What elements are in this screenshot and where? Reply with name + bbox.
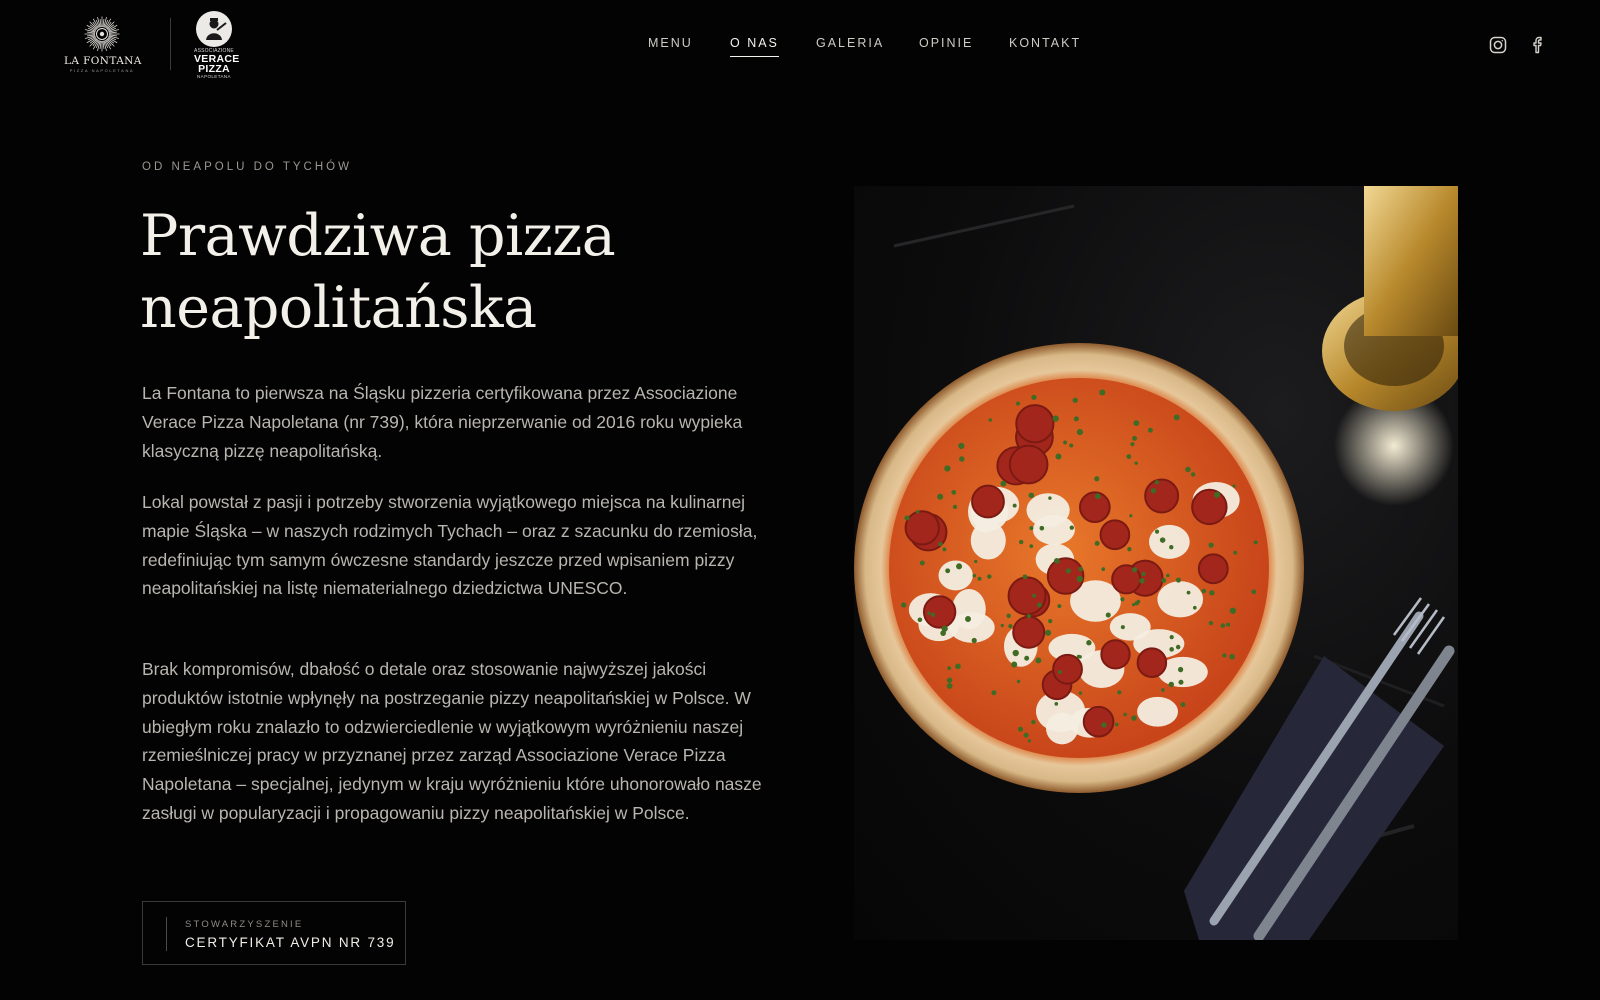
- logo-tagline: PIZZA NAPOLETANA: [69, 68, 135, 73]
- intro-paragraph: La Fontana to pierwsza na Śląsku pizzeri…: [142, 383, 743, 461]
- avpn-bottom: NAPOLETANA: [197, 74, 231, 79]
- main-nav: MENU O NAS GALERIA OPINIE KONTAKT: [0, 36, 1600, 57]
- page-title: Prawdziwa pizza neapolitańska: [140, 200, 740, 344]
- section-eyebrow: OD NEAPOLU DO TYCHÓW: [142, 161, 352, 173]
- award-paragraph: Brak kompromisów, dbałość o detale oraz …: [142, 659, 762, 823]
- history-paragraph: Lokal powstał z pasji i potrzeby stworze…: [142, 492, 758, 599]
- certificate-divider: [166, 917, 167, 951]
- certificate-kicker: STOWARZYSZENIE: [185, 919, 304, 930]
- nav-item-galeria[interactable]: GALERIA: [816, 36, 884, 50]
- nav-item-kontakt[interactable]: KONTAKT: [1009, 36, 1081, 50]
- nav-item-opinie[interactable]: OPINIE: [919, 36, 973, 50]
- pizza-photo: [854, 186, 1458, 940]
- avpn-word2: PIZZA: [198, 63, 230, 75]
- facebook-icon[interactable]: [1527, 34, 1549, 56]
- instagram-icon[interactable]: [1487, 34, 1509, 56]
- logo-name: LA FONTANA: [64, 55, 142, 67]
- title-line-2: neapolitańska: [140, 275, 537, 341]
- avpn-certificate-button[interactable]: STOWARZYSZENIE CERTYFIKAT AVPN NR 739: [142, 901, 406, 965]
- certificate-label: CERTYFIKAT AVPN NR 739: [185, 935, 396, 950]
- title-line-1: Prawdziwa pizza: [140, 203, 616, 269]
- nav-item-o-nas[interactable]: O NAS: [730, 36, 779, 57]
- nav-item-menu[interactable]: MENU: [648, 36, 693, 50]
